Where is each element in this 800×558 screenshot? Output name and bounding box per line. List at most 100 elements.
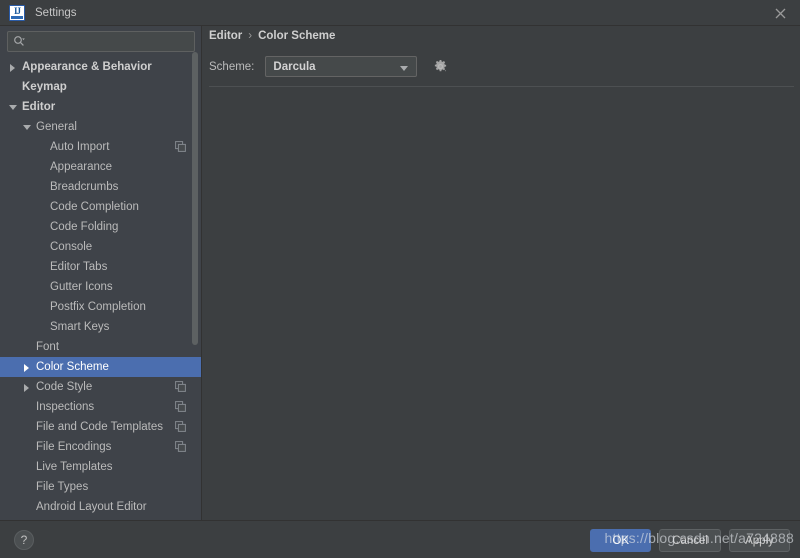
content-panel: Editor › Color Scheme Scheme: Darcula bbox=[203, 26, 800, 520]
settings-dialog: IJ Settings Appearance & Behavior Keymap E… bbox=[0, 0, 800, 558]
sidebar-item-label: Code Completion bbox=[50, 201, 139, 213]
copy-icon[interactable] bbox=[175, 401, 186, 412]
chevron-right-icon[interactable] bbox=[8, 62, 19, 73]
sidebar-item-editor[interactable]: Editor bbox=[0, 97, 201, 117]
settings-sidebar: Appearance & Behavior Keymap Editor General… bbox=[0, 26, 202, 520]
sidebar-item-label: Code Style bbox=[36, 381, 93, 393]
sidebar-item-keymap[interactable]: Keymap bbox=[0, 77, 201, 97]
sidebar-item-label: Console bbox=[50, 241, 93, 253]
sidebar-item-label: File and Code Templates bbox=[36, 421, 163, 433]
footer-button-group: OK Cancel Apply bbox=[590, 529, 790, 552]
sidebar-item-appearance[interactable]: Appearance bbox=[0, 157, 201, 177]
sidebar-item-label: General bbox=[36, 121, 77, 133]
scheme-label: Scheme: bbox=[209, 60, 255, 73]
sidebar-item-label: Color Scheme bbox=[36, 361, 109, 373]
sidebar-item-label: Code Folding bbox=[50, 221, 119, 233]
sidebar-item-code-completion[interactable]: Code Completion bbox=[0, 197, 201, 217]
scheme-dropdown[interactable]: Darcula bbox=[265, 56, 418, 77]
sidebar-item-label: Breadcrumbs bbox=[50, 181, 119, 193]
breadcrumb-current: Color Scheme bbox=[258, 30, 336, 42]
apply-button[interactable]: Apply bbox=[729, 529, 790, 552]
chevron-down-icon bbox=[400, 66, 409, 71]
breadcrumb-parent[interactable]: Editor bbox=[209, 30, 242, 42]
sidebar-item-label: Smart Keys bbox=[50, 321, 110, 333]
sidebar-item-label: Live Templates bbox=[36, 461, 113, 473]
sidebar-item-label: File Encodings bbox=[36, 441, 112, 453]
sidebar-item-code-style[interactable]: Code Style bbox=[0, 377, 201, 397]
sidebar-item-label: Auto Import bbox=[50, 141, 110, 153]
sidebar-item-label: Inspections bbox=[36, 401, 95, 413]
sidebar-item-label: Postfix Completion bbox=[50, 301, 146, 313]
sidebar-item-postfix-completion[interactable]: Postfix Completion bbox=[0, 297, 201, 317]
settings-tree: Appearance & Behavior Keymap Editor General… bbox=[0, 57, 201, 520]
help-icon[interactable]: ? bbox=[14, 530, 34, 550]
sidebar-item-smart-keys[interactable]: Smart Keys bbox=[0, 317, 201, 337]
copy-icon[interactable] bbox=[175, 381, 186, 392]
title-bar: IJ Settings bbox=[0, 0, 800, 26]
sidebar-scrollbar-thumb[interactable] bbox=[192, 52, 198, 345]
search-icon bbox=[13, 35, 26, 48]
dialog-footer: ? OK Cancel Apply bbox=[0, 520, 800, 558]
sidebar-item-code-folding[interactable]: Code Folding bbox=[0, 217, 201, 237]
sidebar-item-label: Editor Tabs bbox=[50, 261, 108, 273]
gear-icon[interactable] bbox=[431, 58, 449, 76]
sidebar-item-breadcrumbs[interactable]: Breadcrumbs bbox=[0, 177, 201, 197]
sidebar-item-file-encodings[interactable]: File Encodings bbox=[0, 437, 201, 457]
sidebar-item-editor-tabs[interactable]: Editor Tabs bbox=[0, 257, 201, 277]
sidebar-item-font[interactable]: Font bbox=[0, 337, 201, 357]
copy-icon[interactable] bbox=[175, 421, 186, 432]
window-title: Settings bbox=[35, 6, 77, 19]
copy-icon[interactable] bbox=[175, 141, 186, 152]
sidebar-item-gutter-icons[interactable]: Gutter Icons bbox=[0, 277, 201, 297]
chevron-down-icon[interactable] bbox=[8, 102, 19, 113]
sidebar-item-label: Editor bbox=[22, 101, 56, 113]
chevron-right-icon[interactable] bbox=[22, 362, 33, 373]
sidebar-item-auto-import[interactable]: Auto Import bbox=[0, 137, 201, 157]
sidebar-item-appearance-behavior[interactable]: Appearance & Behavior bbox=[0, 57, 201, 77]
content-divider bbox=[209, 86, 794, 87]
sidebar-item-color-scheme[interactable]: Color Scheme bbox=[0, 357, 201, 377]
sidebar-item-label: File Types bbox=[36, 481, 89, 493]
sidebar-item-label: Appearance & Behavior bbox=[22, 61, 152, 73]
sidebar-item-general[interactable]: General bbox=[0, 117, 201, 137]
sidebar-item-live-templates[interactable]: Live Templates bbox=[0, 457, 201, 477]
intellij-idea-icon: IJ bbox=[9, 4, 25, 21]
sidebar-item-file-and-code-templates[interactable]: File and Code Templates bbox=[0, 417, 201, 437]
sidebar-item-label: Keymap bbox=[22, 81, 67, 93]
scheme-row: Scheme: Darcula bbox=[209, 56, 449, 77]
sidebar-item-label: Appearance bbox=[50, 161, 113, 173]
sidebar-item-inspections[interactable]: Inspections bbox=[0, 397, 201, 417]
copy-icon[interactable] bbox=[175, 441, 186, 452]
cancel-button[interactable]: Cancel bbox=[659, 529, 721, 552]
sidebar-item-label: Font bbox=[36, 341, 60, 353]
chevron-right-icon[interactable] bbox=[22, 382, 33, 393]
sidebar-item-console[interactable]: Console bbox=[0, 237, 201, 257]
sidebar-item-file-types[interactable]: File Types bbox=[0, 477, 201, 497]
sidebar-item-label: Gutter Icons bbox=[50, 281, 113, 293]
scheme-dropdown-value: Darcula bbox=[273, 60, 316, 73]
sidebar-item-android-layout-editor[interactable]: Android Layout Editor bbox=[0, 497, 201, 517]
search-input[interactable] bbox=[26, 35, 194, 48]
chevron-down-icon[interactable] bbox=[22, 122, 33, 133]
ok-button[interactable]: OK bbox=[590, 529, 652, 552]
close-icon[interactable] bbox=[760, 0, 800, 26]
breadcrumb-separator-icon: › bbox=[248, 30, 253, 42]
sidebar-scrollbar[interactable] bbox=[189, 26, 199, 520]
search-box[interactable] bbox=[7, 31, 195, 52]
